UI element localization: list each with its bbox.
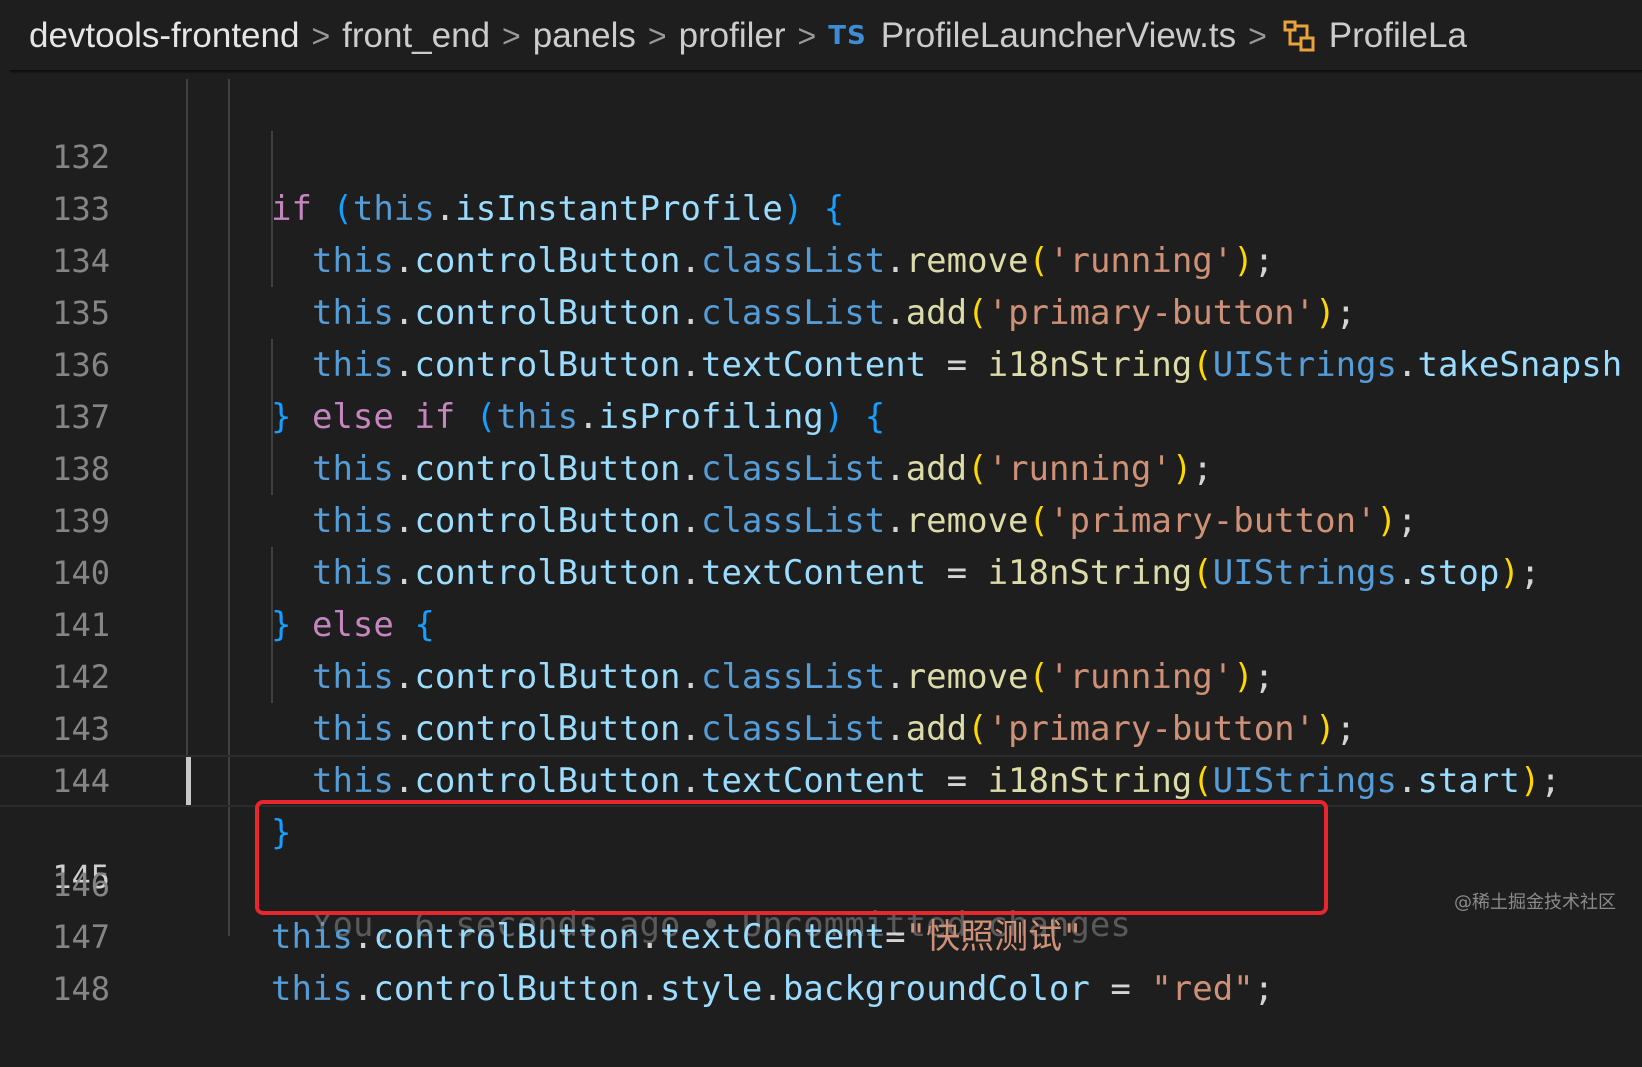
watermark: @稀土掘金技术社区 <box>1454 892 1616 913</box>
code-line-148[interactable]: 148 <box>0 911 1642 1008</box>
code-line-134[interactable]: 134 this.controlButton.classList.add('pr… <box>0 183 1642 333</box>
code-line-139[interactable]: 139 this.controlButton.textContent = i18… <box>0 443 1642 593</box>
breadcrumb-item-root[interactable]: devtools-frontend <box>29 16 299 56</box>
code-line-133[interactable]: 133 this.controlButton.classList.remove(… <box>0 131 1642 281</box>
line-number: 148 <box>52 970 110 1008</box>
code-line-136[interactable]: 136 } else if (this.isProfiling) { <box>0 287 1642 437</box>
breadcrumb-item-symbol[interactable]: ProfileLa <box>1329 16 1467 56</box>
chevron-right-icon: > <box>311 17 331 54</box>
breadcrumb-item-panels[interactable]: panels <box>533 16 636 56</box>
code-line-137[interactable]: 137 this.controlButton.classList.add('ru… <box>0 339 1642 489</box>
breadcrumb-item-file[interactable]: ProfileLauncherView.ts <box>881 16 1236 56</box>
code-line-144[interactable]: 144 } <box>0 703 1642 853</box>
code-line-138[interactable]: 138 this.controlButton.classList.remove(… <box>0 391 1642 541</box>
chevron-right-icon: > <box>502 17 521 54</box>
code-line-141[interactable]: 141 this.controlButton.classList.remove(… <box>0 547 1642 697</box>
code-text: this.controlButton.style.backgroundColor… <box>271 969 1275 1009</box>
breadcrumb-item-front-end[interactable]: front_end <box>342 16 490 56</box>
typescript-file-icon: TS <box>828 21 867 51</box>
modified-gutter-marker <box>186 757 191 805</box>
red-highlight-box <box>255 800 1328 915</box>
breadcrumb-shadow <box>10 70 1642 74</box>
code-line-132[interactable]: 132 if (this.isInstantProfile) { <box>0 79 1642 229</box>
breadcrumb-item-profiler[interactable]: profiler <box>679 16 786 56</box>
code-line-143[interactable]: 143 this.controlButton.textContent = i18… <box>0 651 1642 801</box>
chevron-right-icon: > <box>797 17 817 54</box>
chevron-right-icon: > <box>647 17 667 54</box>
chevron-right-icon: > <box>1248 17 1267 54</box>
breadcrumb: devtools-frontend > front_end > panels >… <box>0 0 1642 72</box>
method-cube-icon <box>1279 18 1319 54</box>
code-line-140[interactable]: 140 } else { <box>0 495 1642 645</box>
code-line-135[interactable]: 135 this.controlButton.textContent = i18… <box>0 235 1642 385</box>
code-line-142[interactable]: 142 this.controlButton.classList.add('pr… <box>0 599 1642 749</box>
